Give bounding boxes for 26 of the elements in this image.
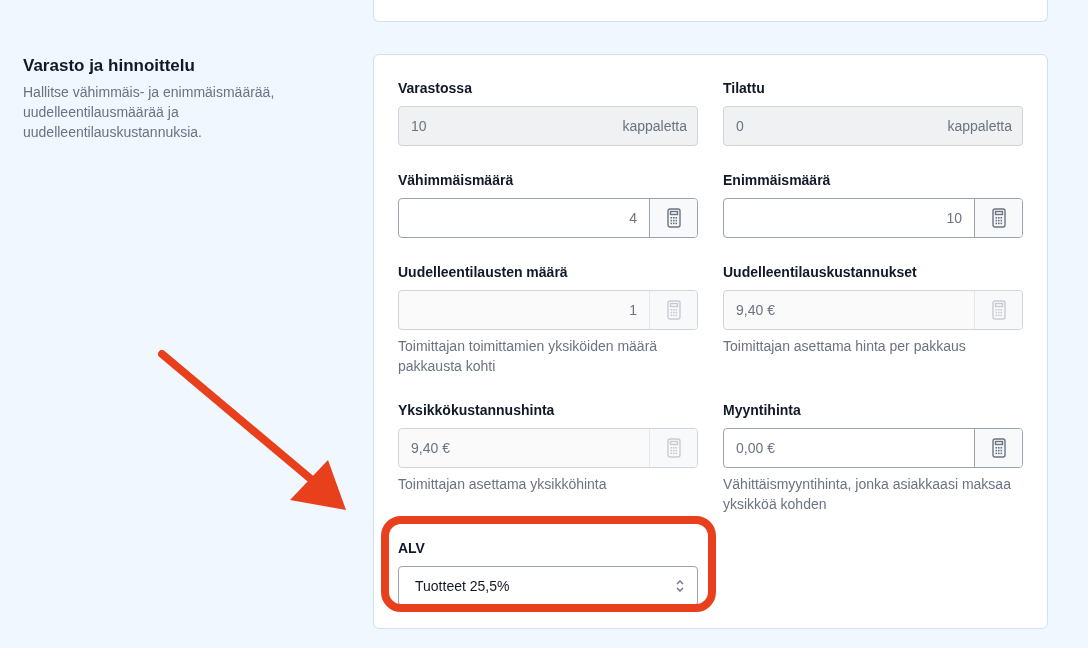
help-text: Toimittajan toimittamien yksiköiden määrä pakkausta kohti bbox=[398, 337, 659, 376]
calculator-icon bbox=[991, 300, 1006, 320]
calculator-button[interactable] bbox=[974, 429, 1022, 467]
field-label: ALV bbox=[398, 539, 426, 557]
calculator-icon bbox=[666, 208, 681, 228]
chevron-updown-icon bbox=[675, 579, 685, 593]
field-label: Uudelleentilauskustannukset bbox=[723, 263, 918, 281]
vat-select[interactable]: Tuotteet 25,5% bbox=[398, 566, 698, 606]
help-text: Toimittajan asettama yksikköhinta bbox=[398, 475, 608, 494]
field-label: Varastossa bbox=[398, 79, 473, 97]
field-label: Myyntihinta bbox=[723, 401, 802, 419]
field-label: Enimmäismäärä bbox=[723, 171, 832, 189]
field-label: Tilattu bbox=[723, 79, 766, 97]
calculator-button[interactable] bbox=[974, 199, 1022, 237]
section-title: Varasto ja hinnoittelu bbox=[23, 56, 196, 76]
calculator-icon bbox=[666, 438, 681, 458]
section-description: Hallitse vähimmäis- ja enimmäismäärää, uudelleentilausmäärää ja uudelleentilauskustannuksia. bbox=[23, 83, 276, 142]
field-label: Vähimmäismäärä bbox=[398, 171, 515, 189]
help-text: Vähittäismyyntihinta, jonka asiakkaasi maksaa yksikköä kohden bbox=[723, 475, 1012, 514]
calculator-icon bbox=[666, 300, 681, 320]
field-label: Yksikkökustannushinta bbox=[398, 401, 556, 419]
calculator-button[interactable] bbox=[649, 199, 697, 237]
field-label: Uudelleentilausten määrä bbox=[398, 263, 569, 281]
calculator-icon bbox=[991, 208, 1006, 228]
calculator-icon bbox=[991, 438, 1006, 458]
help-text: Toimittajan asettama hinta per pakkaus bbox=[723, 337, 967, 356]
